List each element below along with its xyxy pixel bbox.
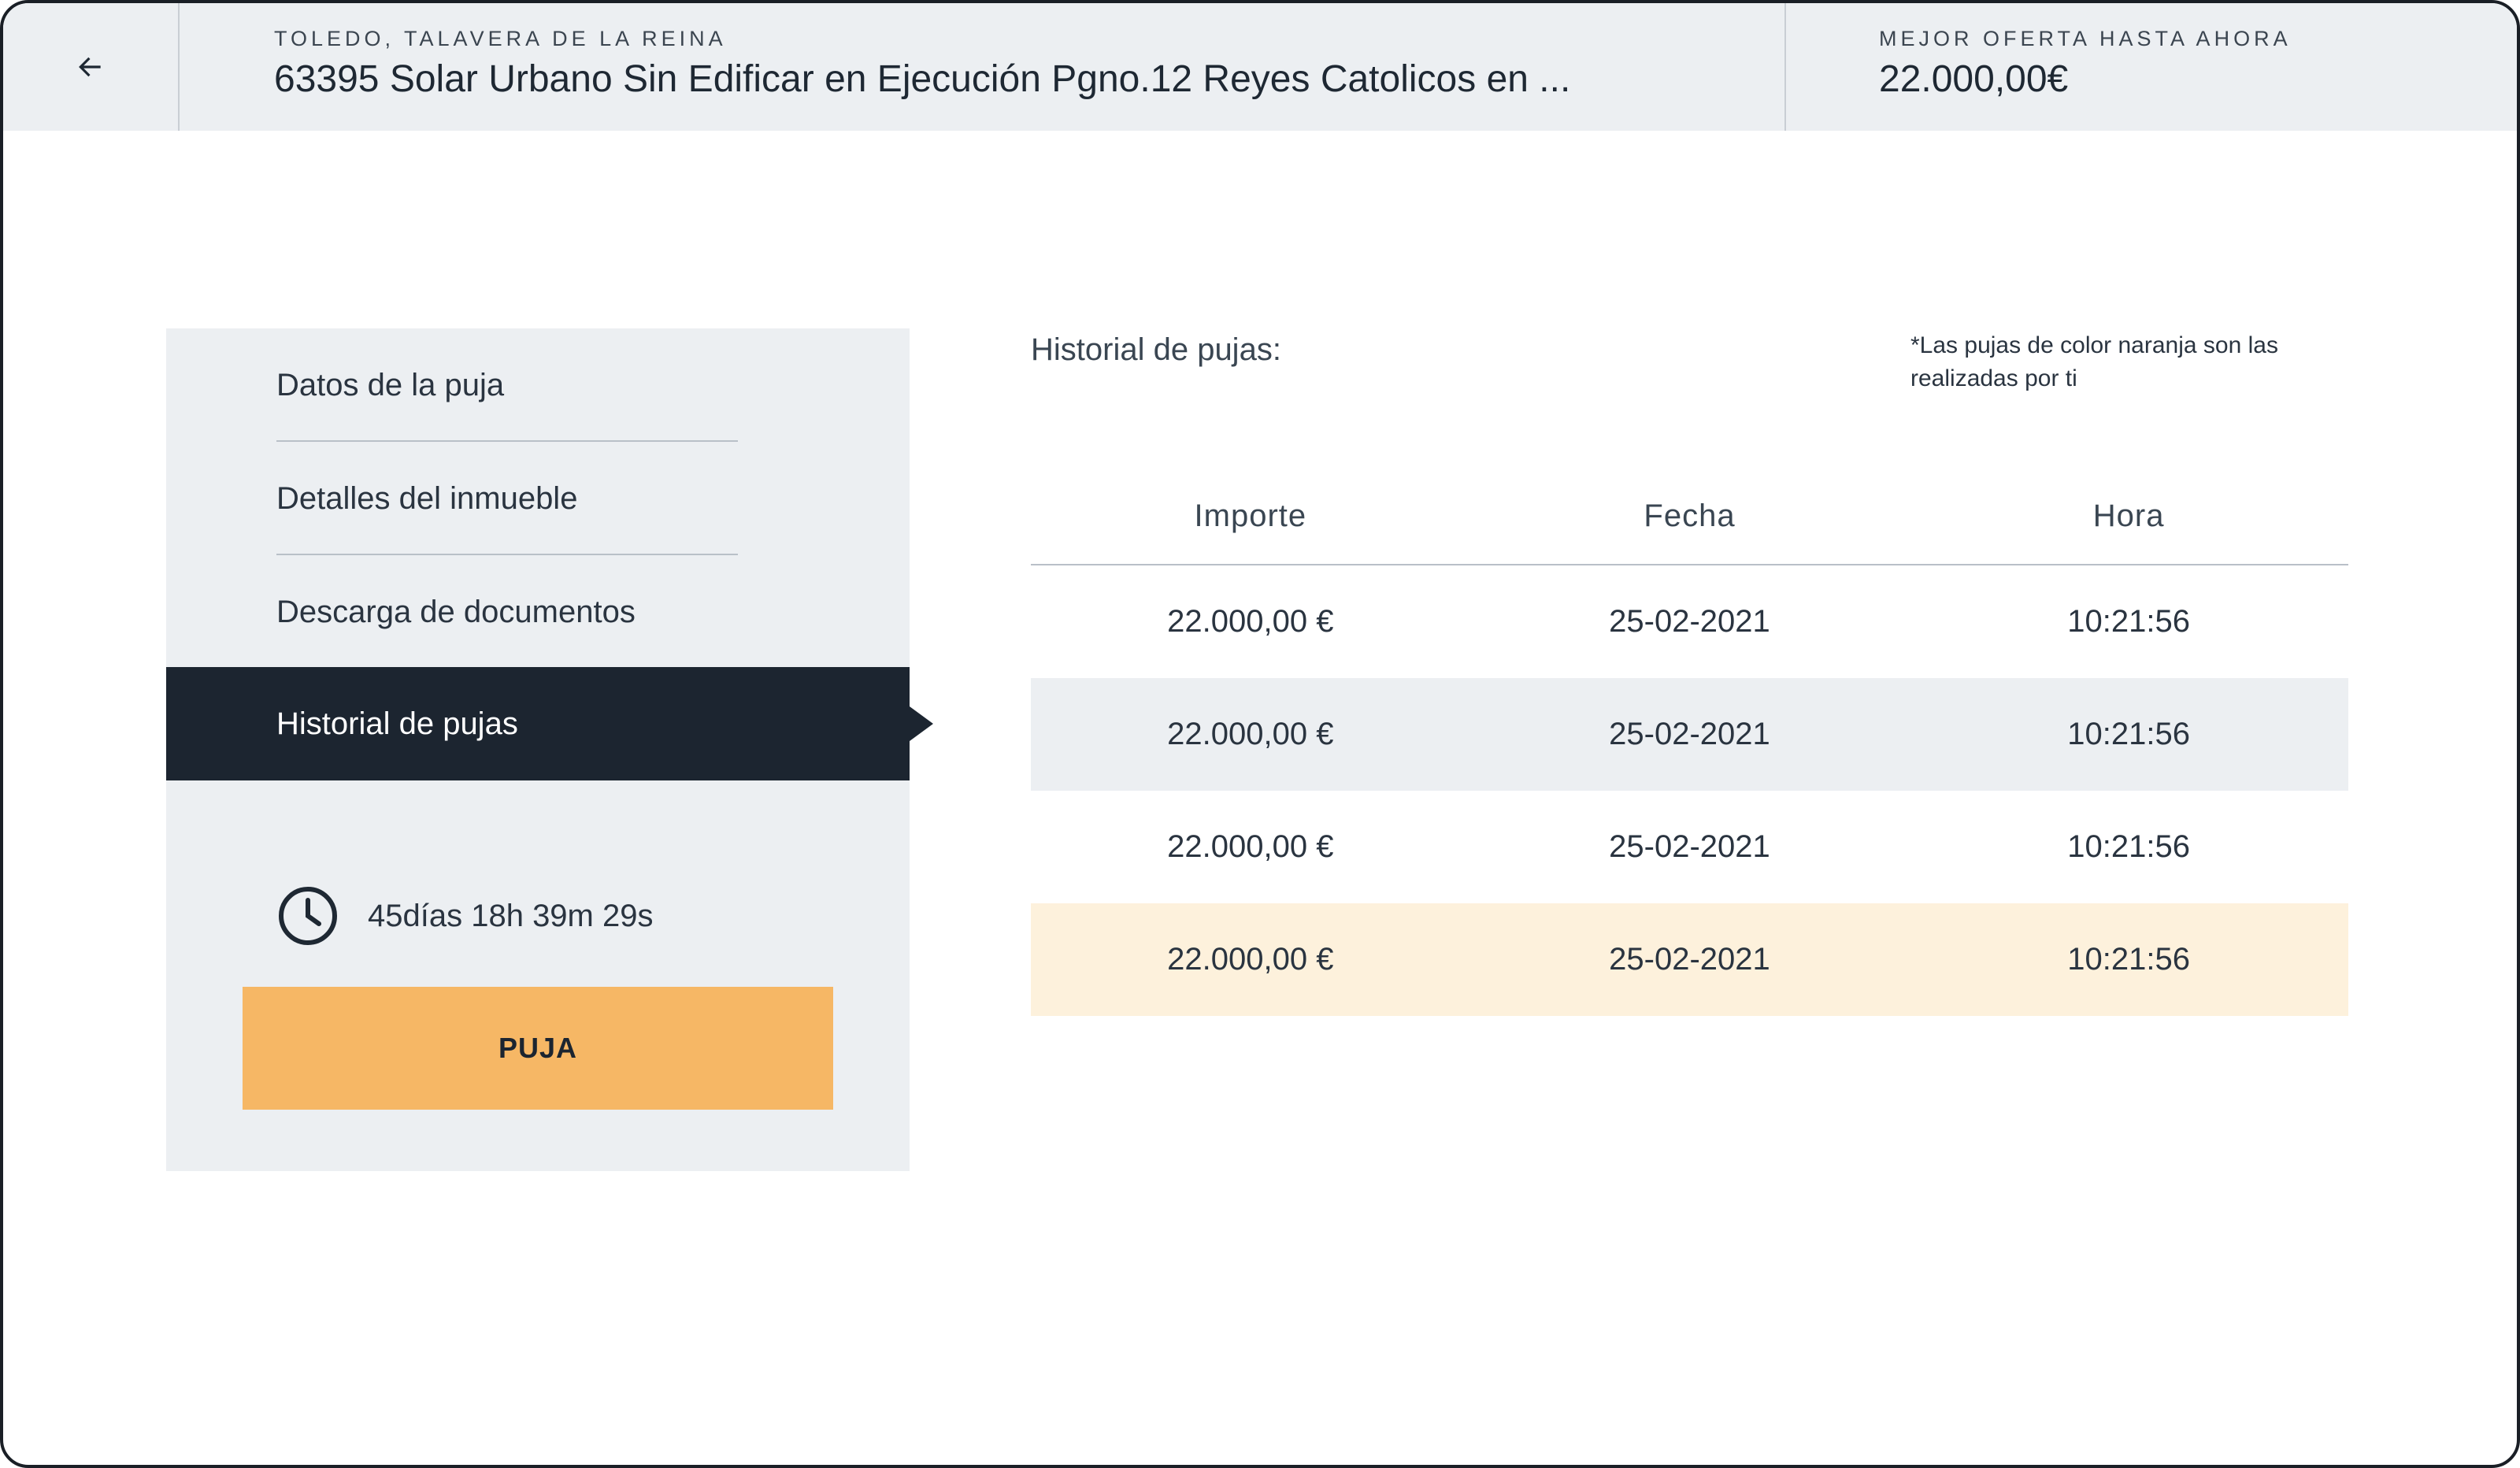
sidebar-item-label: Datos de la puja <box>276 367 505 402</box>
app-window: TOLEDO, TALAVERA DE LA REINA 63395 Solar… <box>0 0 2520 1468</box>
back-button[interactable] <box>3 3 180 131</box>
best-offer-label: MEJOR OFERTA HASTA AHORA <box>1879 27 2292 50</box>
property-location: TOLEDO, TALAVERA DE LA REINA <box>274 27 727 50</box>
sidebar-item-label: Descarga de documentos <box>276 594 636 629</box>
property-title-block: TOLEDO, TALAVERA DE LA REINA 63395 Solar… <box>180 3 1786 131</box>
sidebar-item-label: Historial de pujas <box>276 706 518 741</box>
cell-importe: 22.000,00 € <box>1167 717 1334 751</box>
sidebar-item-label: Detalles del inmueble <box>276 480 578 516</box>
arrow-left-icon <box>79 57 101 77</box>
table-row-own-bid: 22.000,00 € 25-02-2021 10:21:56 <box>1031 903 2348 1016</box>
cell-fecha: 25-02-2021 <box>1609 717 1770 751</box>
history-note: *Las pujas de color naranja son las real… <box>1910 332 2278 391</box>
property-title: 63395 Solar Urbano Sin Edificar en Ejecu… <box>274 58 1571 100</box>
history-title: Historial de pujas: <box>1031 332 1281 367</box>
sidebar-item-datos-puja[interactable]: Datos de la puja <box>166 328 910 442</box>
best-offer-value: 22.000,00€ <box>1879 58 2069 100</box>
best-offer-block: MEJOR OFERTA HASTA AHORA 22.000,00€ <box>1786 3 2517 131</box>
cell-hora: 10:21:56 <box>2067 829 2190 864</box>
cell-hora: 10:21:56 <box>2067 604 2190 639</box>
bid-button[interactable]: PUJA <box>243 987 833 1110</box>
cell-importe: 22.000,00 € <box>1167 604 1334 639</box>
cell-hora: 10:21:56 <box>2067 942 2190 977</box>
auction-sidebar: Datos de la puja Detalles del inmueble D… <box>166 328 933 1171</box>
cell-importe: 22.000,00 € <box>1167 829 1334 864</box>
sidebar-item-detalles-inmueble[interactable]: Detalles del inmueble <box>166 442 910 555</box>
table-row: 22.000,00 € 25-02-2021 10:21:56 <box>1031 565 2348 678</box>
cell-fecha: 25-02-2021 <box>1609 829 1770 864</box>
cell-fecha: 25-02-2021 <box>1609 604 1770 639</box>
auction-header: TOLEDO, TALAVERA DE LA REINA 63395 Solar… <box>3 3 2517 131</box>
countdown-text: 45días 18h 39m 29s <box>368 898 654 933</box>
table-row: 22.000,00 € 25-02-2021 10:21:56 <box>1031 678 2348 791</box>
cell-importe: 22.000,00 € <box>1167 942 1334 977</box>
countdown-timer: 45días 18h 39m 29s <box>276 884 653 947</box>
column-header-fecha: Fecha <box>1644 498 1736 533</box>
cell-fecha: 25-02-2021 <box>1609 942 1770 977</box>
active-pointer <box>910 706 933 741</box>
table-header: Importe Fecha Hora <box>1031 468 2348 565</box>
bid-history-table: Importe Fecha Hora 22.000,00 € 25-02-202… <box>1031 468 2348 1016</box>
column-header-importe: Importe <box>1194 498 1307 533</box>
sidebar-item-historial-pujas[interactable]: Historial de pujas <box>166 667 933 780</box>
sidebar-item-descarga-documentos[interactable]: Descarga de documentos <box>166 555 910 669</box>
cell-hora: 10:21:56 <box>2067 717 2190 751</box>
table-row: 22.000,00 € 25-02-2021 10:21:56 <box>1031 791 2348 903</box>
column-header-hora: Hora <box>2092 498 2165 533</box>
clock-icon <box>279 887 337 945</box>
